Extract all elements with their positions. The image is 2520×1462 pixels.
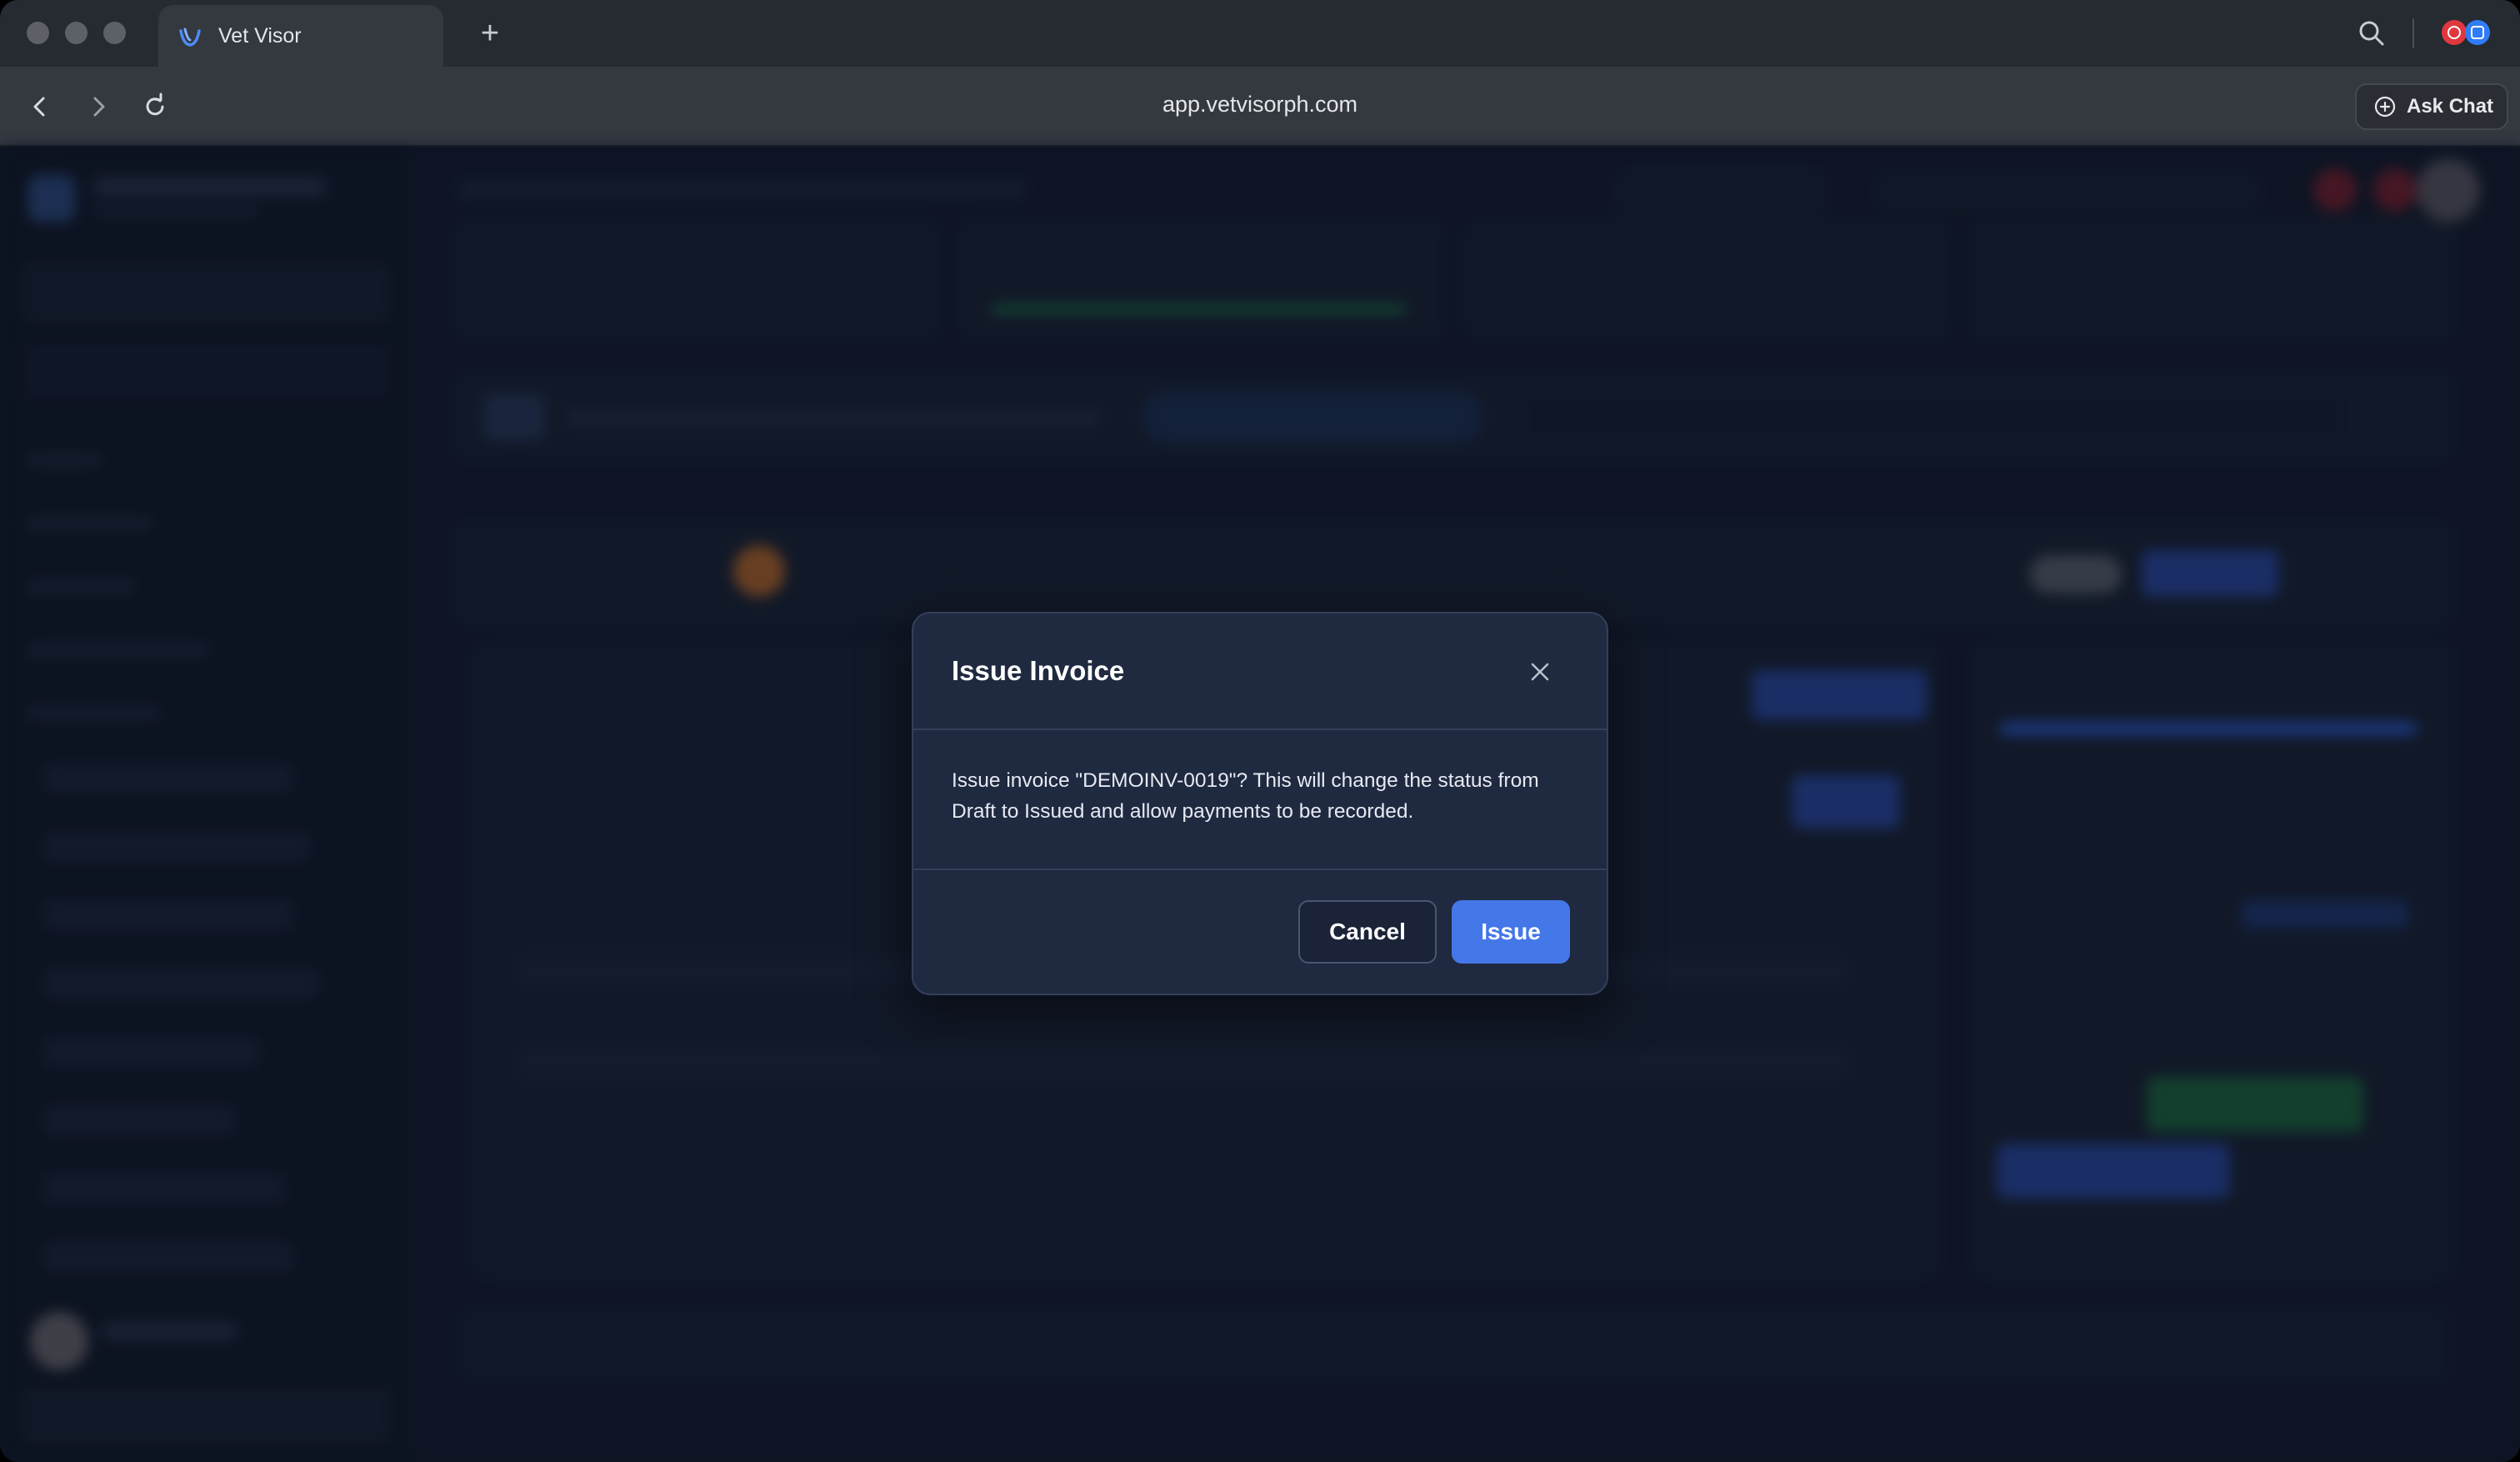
chat-spark-icon: [2374, 96, 2396, 118]
vet-visor-favicon-icon: [179, 28, 201, 47]
dialog-footer: Cancel Issue: [913, 869, 1607, 994]
maximize-window-button[interactable]: [103, 22, 126, 44]
new-tab-button[interactable]: +: [473, 17, 507, 50]
tab-strip: Vet Visor +: [0, 0, 2520, 67]
issue-invoice-dialog: Issue Invoice Issue invoice "DEMOINV-001…: [912, 612, 1608, 995]
extensions-icon[interactable]: [2440, 18, 2492, 47]
tab-title: Vet Visor: [218, 23, 302, 48]
address-bar: app.vetvisorph.com Ask Chat: [0, 67, 2520, 147]
toolbar-divider: [2412, 18, 2414, 48]
close-window-button[interactable]: [27, 22, 49, 44]
dialog-message: Issue invoice "DEMOINV-0019"? This will …: [952, 769, 1539, 823]
minimize-window-button[interactable]: [65, 22, 88, 44]
url-text[interactable]: app.vetvisorph.com: [0, 92, 2520, 118]
search-icon[interactable]: [2357, 18, 2387, 48]
issue-button[interactable]: Issue: [1452, 900, 1570, 964]
browser-window: Vet Visor + app.vetvisorph.com Ask Chat …: [0, 0, 2520, 1462]
dialog-header: Issue Invoice: [913, 613, 1607, 730]
ask-chat-label: Ask Chat: [2407, 95, 2494, 118]
cancel-button[interactable]: Cancel: [1298, 900, 1437, 964]
ask-chat-button[interactable]: Ask Chat: [2355, 83, 2508, 130]
close-icon[interactable]: [1527, 658, 1553, 685]
dialog-title: Issue Invoice: [952, 655, 1125, 686]
browser-tab[interactable]: Vet Visor: [158, 5, 443, 67]
